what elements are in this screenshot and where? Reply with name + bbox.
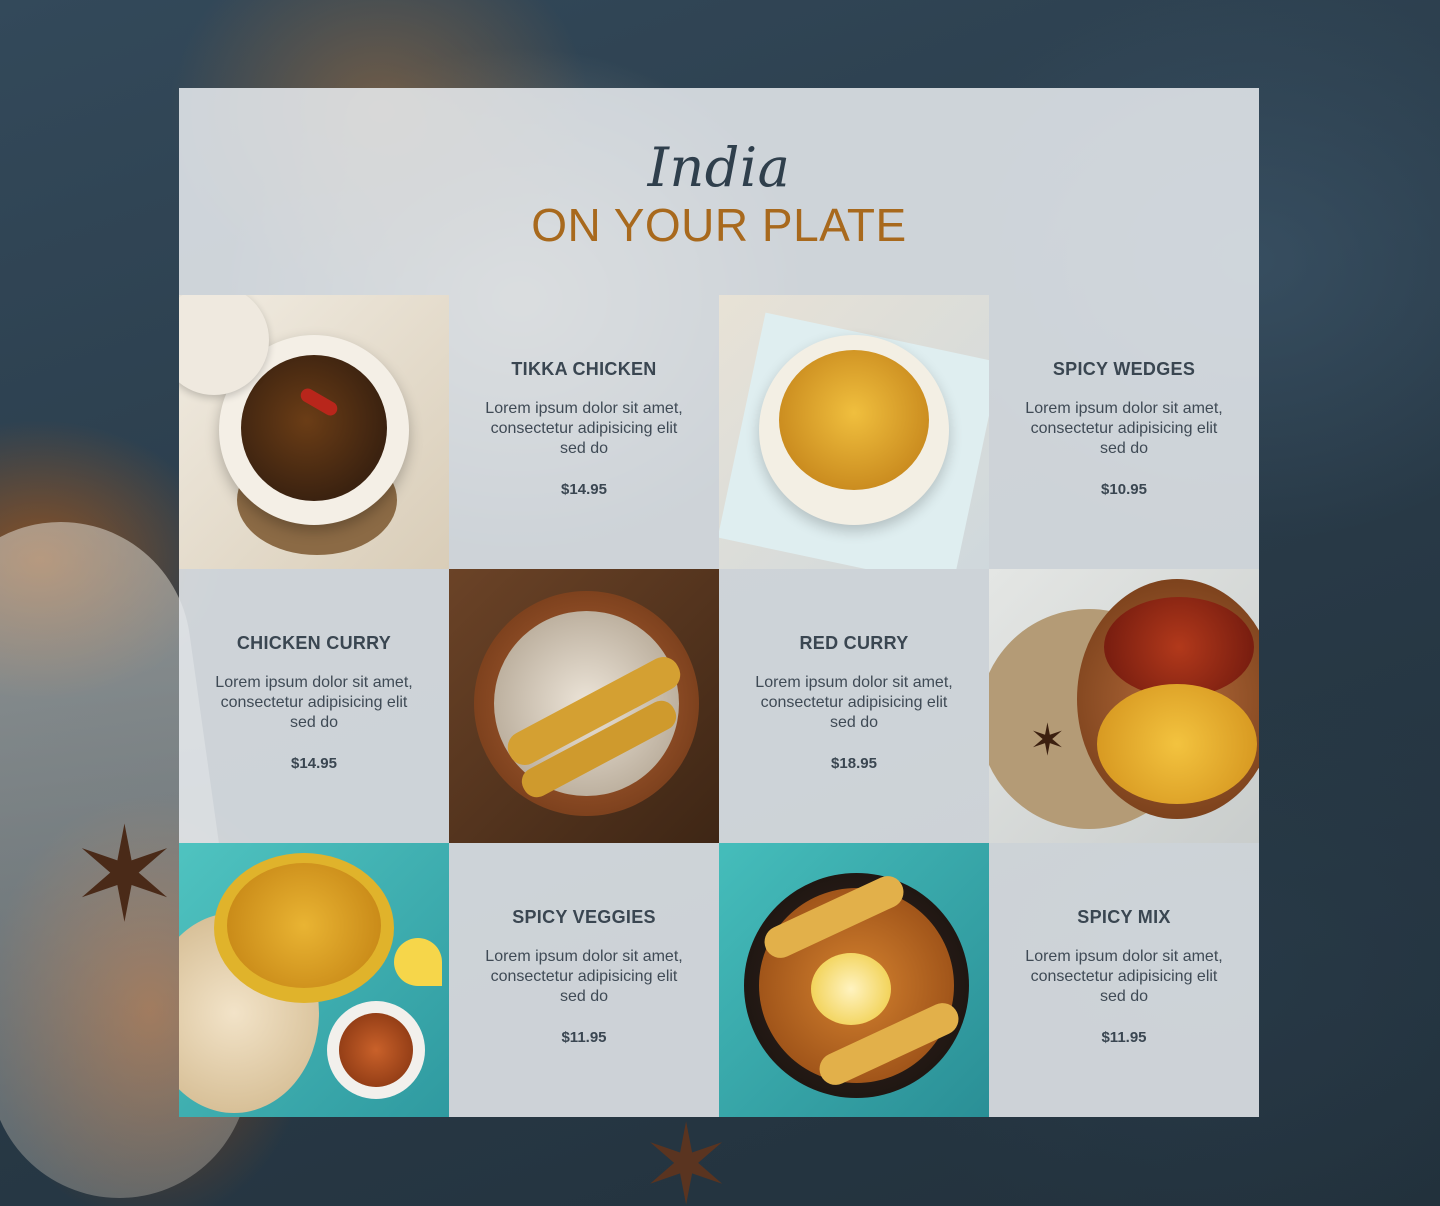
yellow-rice-naan-photo bbox=[179, 843, 449, 1117]
item-price: $18.95 bbox=[831, 755, 877, 772]
lemon-slice bbox=[811, 953, 891, 1025]
menu-panel: India ON YOUR PLATE TIKKA CHICKEN Lorem … bbox=[179, 88, 1259, 1117]
item-price: $11.95 bbox=[1101, 1029, 1147, 1046]
item-name: TIKKA CHICKEN bbox=[511, 359, 657, 379]
title-script: India bbox=[647, 136, 791, 199]
item-description: Lorem ipsum dolor sit amet, consectetur … bbox=[1025, 400, 1223, 457]
item-description: Lorem ipsum dolor sit amet, consectetur … bbox=[485, 948, 683, 1005]
curry-sauce bbox=[339, 1013, 413, 1087]
item-price: $11.95 bbox=[561, 1029, 607, 1046]
menu-item-tikka-chicken: TIKKA CHICKEN Lorem ipsum dolor sit amet… bbox=[449, 295, 719, 569]
wedges bbox=[779, 350, 929, 490]
item-name: RED CURRY bbox=[799, 633, 909, 653]
lemon-wedge bbox=[394, 938, 442, 986]
noodles bbox=[241, 355, 387, 501]
menu-item-chicken-curry: CHICKEN CURRY Lorem ipsum dolor sit amet… bbox=[179, 569, 449, 843]
menu-item-spicy-veggies: SPICY VEGGIES Lorem ipsum dolor sit amet… bbox=[449, 843, 719, 1117]
red-curry bbox=[1104, 597, 1254, 697]
menu-header: India ON YOUR PLATE bbox=[179, 88, 1259, 295]
item-description: Lorem ipsum dolor sit amet, consectetur … bbox=[755, 674, 953, 731]
star-anise-icon: ✶ bbox=[70, 799, 179, 951]
menu-item-red-curry: RED CURRY Lorem ipsum dolor sit amet, co… bbox=[719, 569, 989, 843]
menu-item-spicy-mix: SPICY MIX Lorem ipsum dolor sit amet, co… bbox=[989, 843, 1259, 1117]
star-anise-icon: ✶ bbox=[1029, 716, 1066, 765]
item-description: Lorem ipsum dolor sit amet, consectetur … bbox=[485, 400, 683, 457]
item-description: Lorem ipsum dolor sit amet, consectetur … bbox=[215, 674, 413, 731]
item-name: SPICY VEGGIES bbox=[512, 907, 656, 927]
item-name: SPICY MIX bbox=[1077, 907, 1171, 927]
chicken-skewers-rice-photo bbox=[449, 569, 719, 843]
potato-wedges-photo bbox=[719, 295, 989, 569]
item-price: $10.95 bbox=[1101, 481, 1147, 498]
star-anise-icon: ✶ bbox=[640, 1101, 733, 1206]
menu-grid: TIKKA CHICKEN Lorem ipsum dolor sit amet… bbox=[179, 295, 1259, 1117]
item-price: $14.95 bbox=[291, 755, 337, 772]
noodles-bowl-photo bbox=[179, 295, 449, 569]
chickpeas-skewers-photo bbox=[719, 843, 989, 1117]
item-description: Lorem ipsum dolor sit amet, consectetur … bbox=[1025, 948, 1223, 1005]
item-name: SPICY WEDGES bbox=[1052, 359, 1196, 379]
yellow-rice bbox=[227, 863, 381, 988]
item-price: $14.95 bbox=[561, 481, 607, 498]
saffron-rice bbox=[1097, 684, 1257, 804]
item-name: CHICKEN CURRY bbox=[236, 633, 392, 653]
title-main: ON YOUR PLATE bbox=[531, 199, 907, 251]
red-curry-rice-photo: ✶ bbox=[989, 569, 1259, 843]
menu-item-spicy-wedges: SPICY WEDGES Lorem ipsum dolor sit amet,… bbox=[989, 295, 1259, 569]
